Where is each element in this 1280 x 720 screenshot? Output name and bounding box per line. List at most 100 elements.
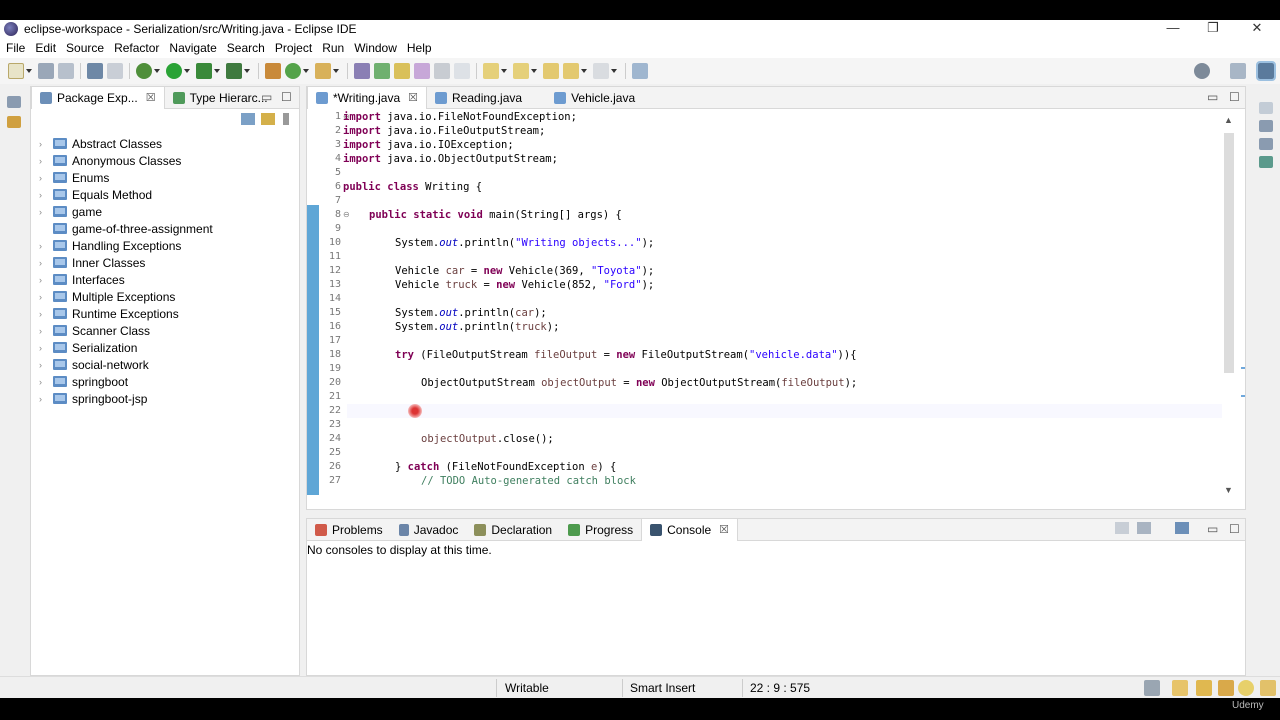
chevron-down-icon[interactable] xyxy=(184,63,190,79)
open-perspective-icon[interactable] xyxy=(1230,63,1246,79)
collapse-all-icon[interactable] xyxy=(241,113,255,125)
expand-arrow-icon[interactable]: › xyxy=(39,309,49,319)
close-icon[interactable]: ☒ xyxy=(719,523,729,536)
expand-arrow-icon[interactable]: › xyxy=(39,258,49,268)
scroll-down-icon[interactable]: ▼ xyxy=(1224,485,1233,495)
tree-item-game-of-three-assignment[interactable]: game-of-three-assignment xyxy=(31,220,299,237)
outline-icon[interactable] xyxy=(1259,120,1273,132)
tray-icon[interactable] xyxy=(1144,680,1160,696)
maximize-view-icon[interactable]: ☐ xyxy=(1229,522,1240,536)
minimize-view-icon[interactable]: ▭ xyxy=(1207,90,1218,104)
menu-edit[interactable]: Edit xyxy=(31,41,62,55)
tree-item-equals-method[interactable]: › Equals Method xyxy=(31,186,299,203)
task-list-icon[interactable] xyxy=(1259,138,1273,150)
open-type-icon[interactable] xyxy=(354,63,370,79)
tab-declaration[interactable]: Declaration xyxy=(466,519,560,541)
expand-arrow-icon[interactable]: › xyxy=(39,275,49,285)
tab-javadoc[interactable]: Javadoc xyxy=(391,519,467,541)
tray-tasks-icon[interactable] xyxy=(1196,680,1212,696)
search-icon[interactable] xyxy=(1194,63,1210,79)
overview-ruler-mark[interactable] xyxy=(1241,395,1245,397)
expand-arrow-icon[interactable]: › xyxy=(39,360,49,370)
expand-arrow-icon[interactable]: › xyxy=(39,326,49,336)
new-package-icon[interactable] xyxy=(315,63,331,79)
tree-item-multiple-exceptions[interactable]: › Multiple Exceptions xyxy=(31,288,299,305)
chevron-down-icon[interactable] xyxy=(154,63,160,79)
previous-annotation-icon[interactable] xyxy=(513,63,529,79)
tree-item-runtime-exceptions[interactable]: › Runtime Exceptions xyxy=(31,305,299,322)
expand-arrow-icon[interactable]: › xyxy=(39,377,49,387)
tasks-icon[interactable] xyxy=(7,116,21,128)
minimize-view-icon[interactable]: ▭ xyxy=(261,90,272,104)
expand-arrow-icon[interactable]: › xyxy=(39,173,49,183)
tab-vehicle-java[interactable]: Vehicle.java xyxy=(546,87,643,109)
restore-view-icon[interactable] xyxy=(7,96,21,108)
close-icon[interactable]: ☒ xyxy=(146,91,156,104)
tree-item-springboot-jsp[interactable]: › springboot-jsp xyxy=(31,390,299,407)
maximize-view-icon[interactable]: ☐ xyxy=(1229,90,1240,104)
last-edit-location-icon[interactable] xyxy=(543,63,559,79)
expand-arrow-icon[interactable]: › xyxy=(39,207,49,217)
status-insert-mode[interactable]: Smart Insert xyxy=(630,681,695,695)
tray-edit-icon[interactable] xyxy=(1218,680,1234,696)
tree-item-social-network[interactable]: › social-network xyxy=(31,356,299,373)
scrollbar-thumb[interactable] xyxy=(1224,133,1234,373)
tree-item-handling-exceptions[interactable]: › Handling Exceptions xyxy=(31,237,299,254)
tree-item-interfaces[interactable]: › Interfaces xyxy=(31,271,299,288)
chevron-down-icon[interactable] xyxy=(244,63,250,79)
back-icon[interactable] xyxy=(563,63,579,79)
expand-arrow-icon[interactable]: › xyxy=(39,343,49,353)
open-task-icon[interactable] xyxy=(374,63,390,79)
expand-arrow-icon[interactable]: › xyxy=(39,241,49,251)
menu-source[interactable]: Source xyxy=(62,41,110,55)
toggle-mark-occurrences-icon[interactable] xyxy=(414,63,430,79)
tab-progress[interactable]: Progress xyxy=(560,519,641,541)
tree-item-serialization[interactable]: › Serialization xyxy=(31,339,299,356)
tab-problems[interactable]: Problems xyxy=(307,519,391,541)
external-tools-icon[interactable] xyxy=(226,63,242,79)
menu-project[interactable]: Project xyxy=(271,41,318,55)
debug-icon[interactable] xyxy=(136,63,152,79)
save-all-icon[interactable] xyxy=(58,63,74,79)
menu-help[interactable]: Help xyxy=(403,41,438,55)
pin-editor-icon[interactable] xyxy=(632,63,648,79)
restore-button[interactable]: ❐ xyxy=(1198,20,1228,38)
maximize-view-icon[interactable]: ☐ xyxy=(281,90,292,104)
open-console-icon[interactable] xyxy=(1175,522,1189,534)
tree-item-enums[interactable]: › Enums xyxy=(31,169,299,186)
tray-tip-icon[interactable] xyxy=(1238,680,1254,696)
menu-file[interactable]: File xyxy=(2,41,31,55)
tab-writing-java[interactable]: *Writing.java ☒ xyxy=(307,86,428,109)
search-tool-icon[interactable] xyxy=(394,63,410,79)
menu-window[interactable]: Window xyxy=(350,41,403,55)
expand-arrow-icon[interactable]: › xyxy=(39,292,49,302)
ant-icon[interactable] xyxy=(1259,156,1273,168)
link-with-editor-icon[interactable] xyxy=(261,113,275,125)
close-window-button[interactable]: ✕ xyxy=(1242,20,1272,38)
tab-console[interactable]: Console ☒ xyxy=(641,518,739,541)
overview-ruler-mark[interactable] xyxy=(1241,367,1245,369)
menu-refactor[interactable]: Refactor xyxy=(110,41,165,55)
tree-item-scanner-class[interactable]: › Scanner Class xyxy=(31,322,299,339)
menu-navigate[interactable]: Navigate xyxy=(165,41,222,55)
tab-type-hierarchy[interactable]: Type Hierarc... xyxy=(165,87,276,109)
tree-item-inner-classes[interactable]: › Inner Classes xyxy=(31,254,299,271)
vertical-scrollbar[interactable]: ▲ ▼ xyxy=(1222,113,1236,495)
run-icon[interactable] xyxy=(166,63,182,79)
tree-item-springboot[interactable]: › springboot xyxy=(31,373,299,390)
fold-collapse-icon[interactable]: ⊖ xyxy=(343,210,350,219)
chevron-down-icon[interactable] xyxy=(303,63,309,79)
terminal-icon[interactable] xyxy=(87,63,103,79)
block-selection-icon[interactable] xyxy=(434,63,450,79)
new-icon[interactable] xyxy=(8,63,24,79)
view-menu-icon[interactable] xyxy=(283,113,289,125)
menu-search[interactable]: Search xyxy=(223,41,271,55)
show-whitespace-icon[interactable] xyxy=(454,63,470,79)
display-console-icon[interactable] xyxy=(1137,522,1151,534)
minimized-view-icon[interactable] xyxy=(1259,102,1273,114)
tab-package-explorer[interactable]: Package Exp... ☒ xyxy=(31,86,165,109)
expand-arrow-icon[interactable]: › xyxy=(39,190,49,200)
tray-folder-icon[interactable] xyxy=(1172,680,1188,696)
expand-arrow-icon[interactable]: › xyxy=(39,156,49,166)
tab-reading-java[interactable]: Reading.java xyxy=(427,87,530,109)
